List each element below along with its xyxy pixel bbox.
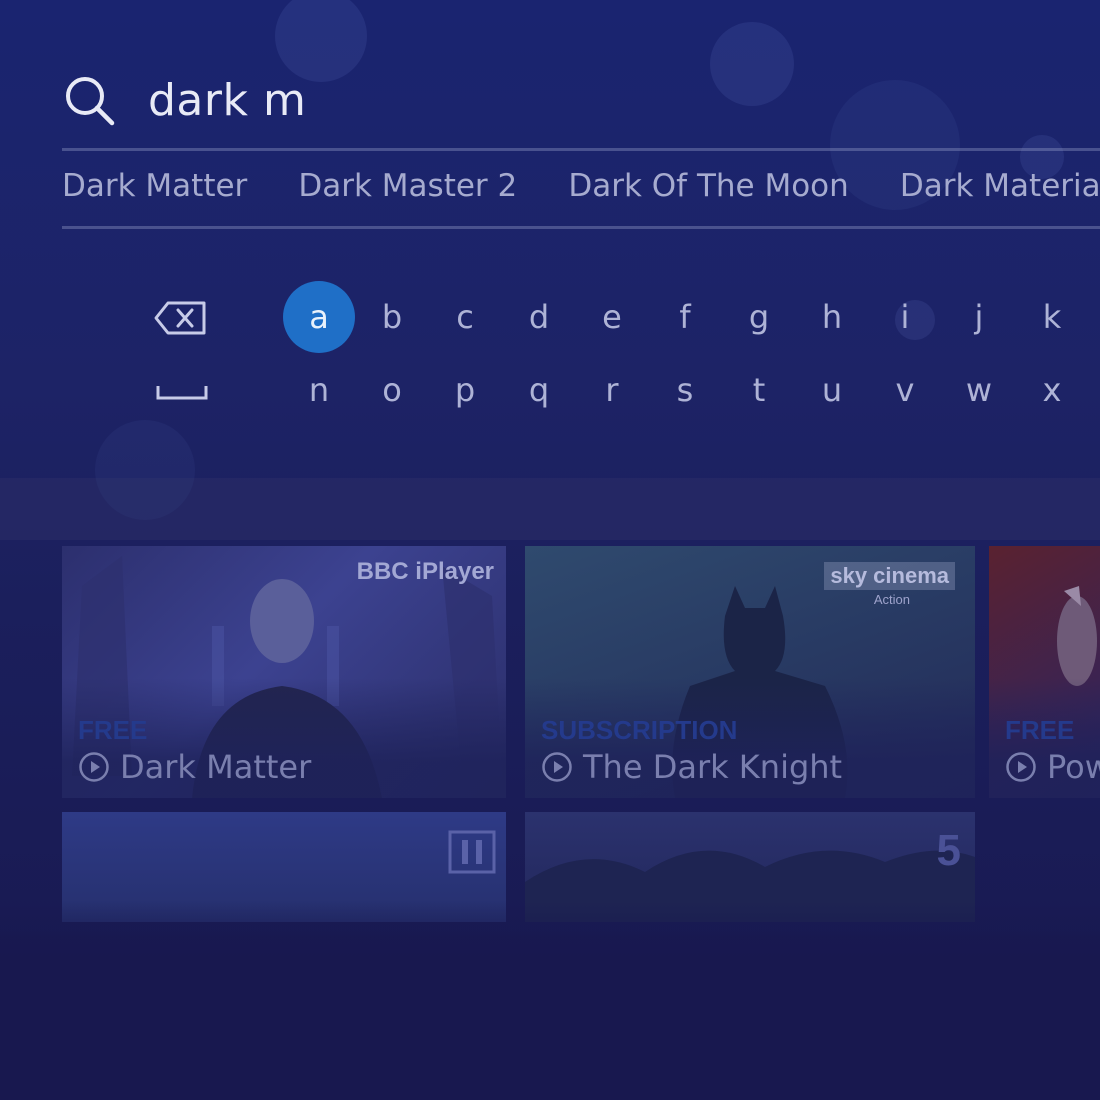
- key-h[interactable]: h: [796, 281, 868, 353]
- key-label: k: [1042, 298, 1062, 336]
- key-label: u: [821, 371, 843, 409]
- search-field[interactable]: dark m: [62, 70, 306, 130]
- key-label: g: [748, 298, 770, 336]
- key-g[interactable]: g: [723, 281, 795, 353]
- key-label: b: [381, 298, 403, 336]
- space-icon[interactable]: [152, 378, 212, 404]
- key-label: s: [676, 371, 694, 409]
- key-label: t: [752, 371, 766, 409]
- provider-logo-icon: [448, 830, 496, 874]
- title-row: Pow: [1005, 748, 1100, 786]
- card-title: Dark Matter: [120, 748, 312, 786]
- title-row: Dark Matter: [78, 748, 311, 786]
- key-j[interactable]: j: [943, 281, 1015, 353]
- key-label: i: [900, 298, 910, 336]
- key-f[interactable]: f: [649, 281, 721, 353]
- key-u[interactable]: u: [796, 354, 868, 426]
- search-icon: [66, 77, 115, 126]
- key-r[interactable]: r: [576, 354, 648, 426]
- bottom-fade: [0, 900, 1100, 1100]
- key-label: x: [1042, 371, 1062, 409]
- key-w[interactable]: w: [943, 354, 1015, 426]
- key-x[interactable]: x: [1016, 354, 1088, 426]
- key-label: p: [454, 371, 476, 409]
- key-label: j: [974, 298, 984, 336]
- key-n[interactable]: n: [283, 354, 355, 426]
- key-label: h: [821, 298, 843, 336]
- key-k[interactable]: k: [1016, 281, 1088, 353]
- key-i[interactable]: i: [869, 281, 941, 353]
- key-label: e: [602, 298, 622, 336]
- result-card[interactable]: FREE Pow: [989, 546, 1100, 798]
- bokeh-light: [710, 22, 794, 106]
- suggestion-item[interactable]: Dark Materia: [900, 168, 1100, 204]
- key-c[interactable]: c: [429, 281, 501, 353]
- play-icon: [1006, 752, 1036, 782]
- suggestion-item[interactable]: Dark Of The Moon: [568, 168, 848, 204]
- access-label: SUBSCRIPTION: [541, 715, 738, 745]
- provider-logo-sky-cinema: sky cinema: [824, 562, 955, 590]
- provider-sub-label: Action: [873, 592, 910, 607]
- key-e[interactable]: e: [576, 281, 648, 353]
- suggestion-item[interactable]: Dark Master 2: [298, 168, 517, 204]
- card-title: The Dark Knight: [583, 748, 843, 786]
- search-query-text: dark m: [148, 74, 307, 126]
- key-label: v: [895, 371, 915, 409]
- suggestion-list: Dark Matter Dark Master 2 Dark Of The Mo…: [62, 168, 1100, 216]
- key-label: c: [456, 298, 474, 336]
- key-b[interactable]: b: [356, 281, 428, 353]
- provider-logo-channel-5: 5: [936, 826, 961, 875]
- backspace-icon[interactable]: [150, 295, 212, 341]
- key-d[interactable]: d: [503, 281, 575, 353]
- key-p[interactable]: p: [429, 354, 501, 426]
- key-label: f: [679, 298, 691, 336]
- result-card[interactable]: BBC iPlayer FREE Dark Matter: [62, 546, 506, 798]
- key-q[interactable]: q: [503, 354, 575, 426]
- key-label: n: [308, 371, 330, 409]
- key-label: r: [605, 371, 619, 409]
- play-icon: [542, 752, 572, 782]
- card-title: Pow: [1047, 748, 1100, 786]
- key-label: q: [528, 371, 550, 409]
- key-label: w: [965, 371, 993, 409]
- key-v[interactable]: v: [869, 354, 941, 426]
- access-label: FREE: [1005, 715, 1075, 745]
- key-o[interactable]: o: [356, 354, 428, 426]
- suggestion-item[interactable]: Dark Matter: [62, 168, 247, 204]
- key-label: d: [528, 298, 550, 336]
- key-label: a: [309, 298, 329, 336]
- key-s[interactable]: s: [649, 354, 721, 426]
- key-a[interactable]: a: [283, 281, 355, 353]
- title-row: The Dark Knight: [541, 748, 842, 786]
- play-icon: [79, 752, 109, 782]
- divider: [62, 226, 1100, 229]
- access-label: FREE: [78, 715, 148, 745]
- divider: [62, 148, 1100, 151]
- key-t[interactable]: t: [723, 354, 795, 426]
- results-header-band: [0, 478, 1100, 540]
- provider-logo-bbc-iplayer: BBC iPlayer: [356, 558, 494, 585]
- key-label: o: [382, 371, 402, 409]
- result-card[interactable]: sky cinema Action SUBSCRIPTION The Dark …: [525, 546, 975, 798]
